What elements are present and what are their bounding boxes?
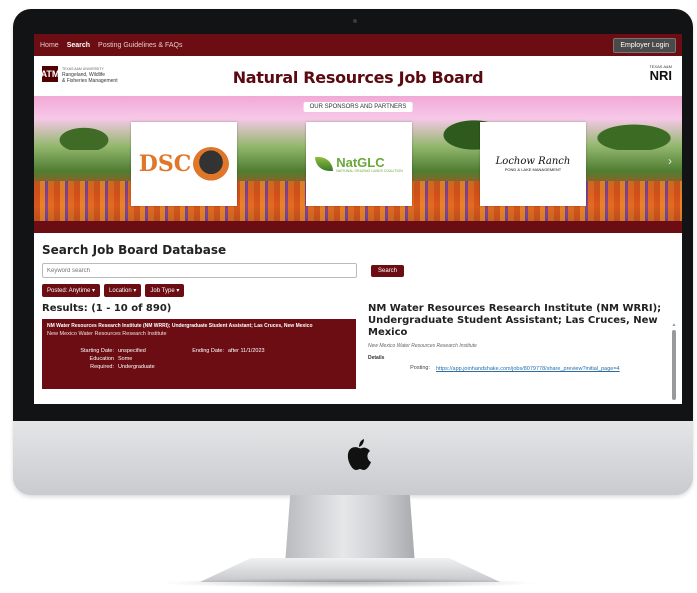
filter-bar: Posted: Anytime ▾ Location ▾ Job Type ▾ bbox=[42, 284, 674, 297]
required-value: Undergraduate bbox=[118, 364, 155, 370]
lochow-subtitle: POND & LAKE MANAGEMENT bbox=[504, 167, 562, 172]
keyword-search-input[interactable] bbox=[42, 263, 357, 278]
search-row: Search bbox=[42, 263, 674, 278]
site-header: ATM TEXAS A&M UNIVERSITY Rangeland, Wild… bbox=[34, 56, 682, 96]
lochow-name: Lochow Ranch bbox=[495, 156, 571, 167]
page-title: Natural Resources Job Board bbox=[232, 68, 484, 87]
stand-shadow bbox=[160, 578, 540, 588]
result-item[interactable]: NM Water Resources Research Institute (N… bbox=[42, 319, 356, 389]
search-heading: Search Job Board Database bbox=[42, 243, 227, 257]
starting-date-value: unspecified bbox=[118, 348, 146, 354]
sponsors-label: OUR SPONSORS AND PARTNERS bbox=[303, 102, 413, 112]
result-title[interactable]: NM Water Resources Research Institute (N… bbox=[42, 319, 356, 331]
nav-search[interactable]: Search bbox=[67, 42, 90, 49]
result-meta: Starting Date: unspecified Ending Date: … bbox=[54, 347, 288, 371]
detail-scrollbar[interactable]: ▲ bbox=[671, 322, 677, 404]
chevron-right-icon[interactable]: › bbox=[668, 154, 672, 168]
camera-icon bbox=[353, 19, 357, 23]
required-label: Required: bbox=[90, 364, 114, 370]
search-button[interactable]: Search bbox=[371, 264, 405, 277]
posting-label: Posting: bbox=[410, 365, 430, 371]
sponsor-lochow-card[interactable]: Lochow Ranch POND & LAKE MANAGEMENT bbox=[480, 122, 586, 206]
lochow-logo: Lochow Ranch POND & LAKE MANAGEMENT bbox=[496, 156, 571, 172]
posted-filter-dropdown[interactable]: Posted: Anytime ▾ bbox=[42, 284, 101, 297]
top-navigation: Home Search Posting Guidelines & FAQs Em… bbox=[34, 34, 682, 56]
results-area: Results: (1 - 10 of 890) NM Water Resour… bbox=[42, 303, 674, 389]
scrollbar-thumb[interactable] bbox=[672, 330, 676, 400]
natglc-logo: NatGLC NATIONAL GRAZING LANDS COALITION bbox=[315, 156, 403, 173]
section-divider bbox=[34, 221, 682, 233]
apple-logo-icon bbox=[347, 439, 371, 470]
details-heading: Details bbox=[368, 355, 385, 361]
detail-title: NM Water Resources Research Institute (N… bbox=[368, 303, 662, 338]
job-type-filter-dropdown[interactable]: Job Type ▾ bbox=[145, 284, 185, 297]
sponsor-dsc-card[interactable]: DSC bbox=[131, 122, 237, 206]
posting-row: Posting: https://app.joinhandshake.com/j… bbox=[368, 365, 678, 373]
sponsor-natglc-card[interactable]: NatGLC NATIONAL GRAZING LANDS COALITION bbox=[306, 122, 412, 206]
education-value: Some bbox=[118, 356, 133, 362]
natglc-name: NatGLC bbox=[336, 154, 385, 170]
ending-date-value: after 11/1/2023 bbox=[228, 348, 265, 354]
leaf-icon bbox=[315, 157, 334, 171]
grid-empty-2 bbox=[228, 355, 288, 363]
nav-home[interactable]: Home bbox=[40, 42, 59, 49]
grid-empty-1 bbox=[180, 355, 224, 363]
elephant-icon bbox=[193, 147, 230, 181]
nri-logo[interactable]: TEXAS A&M NRI bbox=[649, 64, 672, 82]
imac-stand bbox=[285, 495, 415, 565]
sponsor-banner: OUR SPONSORS AND PARTNERS DSC NatGLC NAT… bbox=[34, 96, 682, 221]
result-organization: New Mexico Water Resources Research Inst… bbox=[47, 331, 167, 337]
screen: Home Search Posting Guidelines & FAQs Em… bbox=[34, 34, 682, 404]
education-label: Education bbox=[89, 356, 114, 362]
location-filter-dropdown[interactable]: Location ▾ bbox=[104, 284, 142, 297]
scroll-up-icon[interactable]: ▲ bbox=[671, 322, 677, 328]
detail-organization: New Mexico Water Resources Research Inst… bbox=[368, 343, 477, 349]
starting-date-label: Starting Date: bbox=[80, 348, 114, 354]
ending-date-label: Ending Date: bbox=[192, 348, 224, 354]
employer-login-button[interactable]: Employer Login bbox=[613, 37, 676, 53]
nav-posting-guidelines[interactable]: Posting Guidelines & FAQs bbox=[98, 42, 182, 49]
nri-text: NRI bbox=[649, 68, 672, 83]
search-section: Search Job Board Database Search Posted:… bbox=[34, 233, 682, 389]
job-detail-panel: NM Water Resources Research Institute (N… bbox=[368, 303, 678, 373]
natglc-subtitle: NATIONAL GRAZING LANDS COALITION bbox=[336, 168, 403, 173]
posting-link[interactable]: https://app.joinhandshake.com/jobs/80797… bbox=[436, 365, 620, 373]
dsc-logo-text: DSC bbox=[138, 151, 192, 177]
